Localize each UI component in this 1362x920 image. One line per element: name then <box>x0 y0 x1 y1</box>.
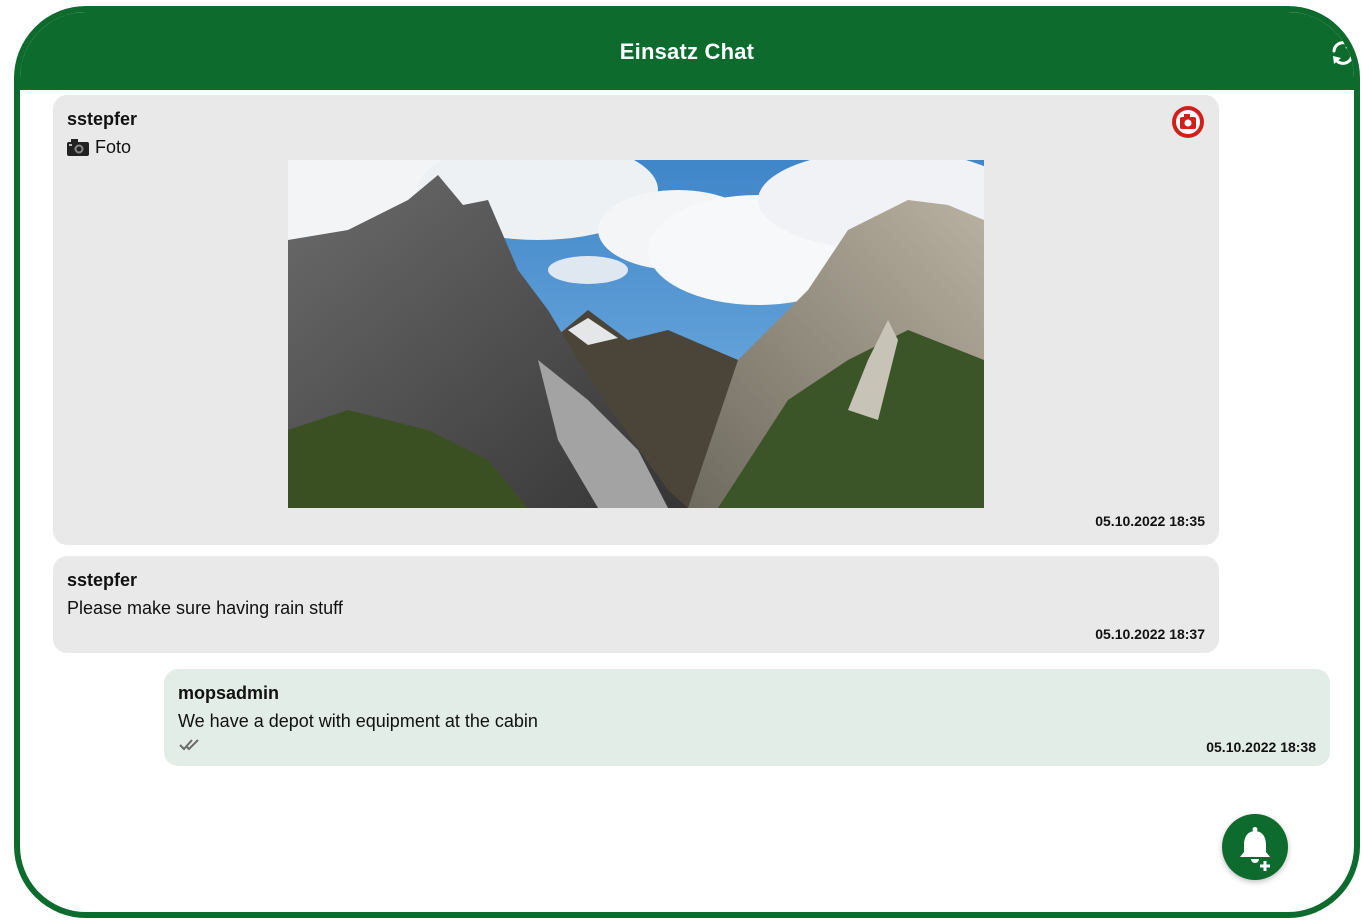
camera-small-icon <box>67 139 89 156</box>
page-title: Einsatz Chat <box>619 39 755 64</box>
message-sender: mopsadmin <box>178 683 280 703</box>
message-bubble-photo[interactable]: sstepfer Foto 05.10.2022 18:35 <box>53 95 1219 545</box>
message-bubble[interactable]: sstepfer Please make sure having rain st… <box>53 556 1219 653</box>
photo-type-label: Foto <box>67 137 131 158</box>
header-bar: Einsatz Chat <box>20 12 1354 90</box>
message-text: We have a depot with equipment at the ca… <box>178 711 538 731</box>
read-checkmarks-icon <box>179 739 199 751</box>
message-timestamp: 05.10.2022 18:35 <box>1095 513 1205 529</box>
mountain-photo[interactable] <box>288 160 984 508</box>
add-notification-button[interactable] <box>1222 814 1288 880</box>
refresh-icon[interactable] <box>1328 38 1358 68</box>
message-sender: sstepfer <box>67 109 138 129</box>
camera-icon[interactable] <box>1171 105 1205 139</box>
message-timestamp: 05.10.2022 18:37 <box>1095 626 1205 642</box>
message-timestamp: 05.10.2022 18:38 <box>1206 739 1316 755</box>
app-frame: Einsatz Chat sstepfer Foto 05.10.2022 18… <box>14 6 1360 918</box>
message-text: Please make sure having rain stuff <box>67 598 343 618</box>
bell-plus-icon <box>1240 827 1270 871</box>
message-bubble-own[interactable]: mopsadmin We have a depot with equipment… <box>164 669 1330 766</box>
photo-type-text: Foto <box>95 137 132 157</box>
message-sender: sstepfer <box>67 570 138 590</box>
